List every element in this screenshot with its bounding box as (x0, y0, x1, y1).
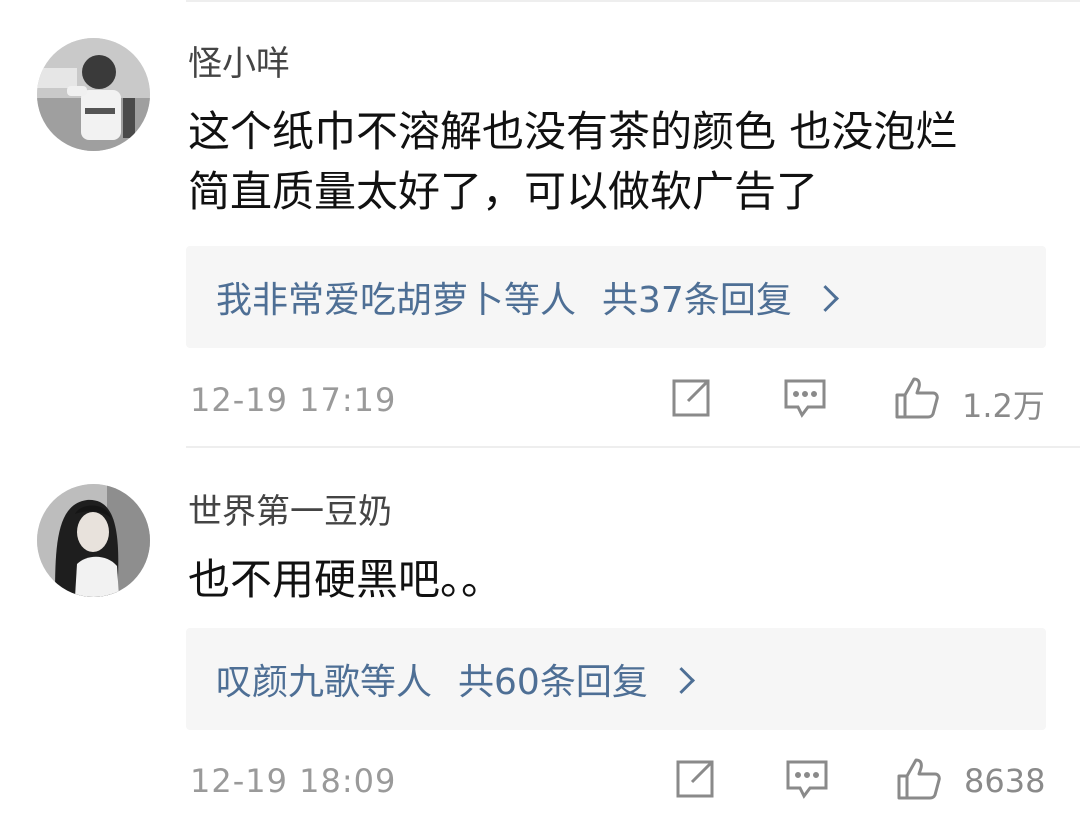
thumbs-up-icon[interactable] (894, 375, 940, 421)
share-icon[interactable] (668, 375, 714, 421)
like-count: 1.2万 (962, 387, 1045, 425)
avatar[interactable] (37, 484, 150, 597)
comment-text: 这个纸巾不溶解也没有茶的颜色 也没泡烂 简直质量太好了，可以做软广告了 (188, 102, 1048, 222)
share-icon[interactable] (672, 756, 718, 802)
comment-text-line: 简直质量太好了，可以做软广告了 (188, 167, 819, 216)
comment-divider (186, 446, 1080, 448)
reply-users: 我非常爱吃胡萝卜等人 (216, 280, 577, 321)
chevron-right-icon (667, 666, 695, 694)
comment-meta: 12-19 17:19 1.2万 (188, 375, 1045, 425)
top-divider (186, 0, 1080, 2)
comment-text: 也不用硬黑吧。。 (188, 550, 1048, 610)
reply-count: 共37条回复 (602, 280, 792, 321)
comment-text-line: 这个纸巾不溶解也没有茶的颜色 也没泡烂 (188, 107, 958, 156)
chevron-right-icon (811, 284, 839, 312)
timestamp: 12-19 17:19 (190, 381, 397, 419)
timestamp: 12-19 18:09 (190, 762, 397, 800)
reply-users: 叹颜九歌等人 (216, 662, 433, 703)
avatar[interactable] (37, 38, 150, 151)
comment-text-line: 也不用硬黑吧。。 (188, 555, 504, 604)
thumbs-up-icon[interactable] (896, 756, 942, 802)
reply-summary-button[interactable]: 叹颜九歌等人 共60条回复 (186, 628, 1046, 730)
username[interactable]: 怪小咩 (188, 44, 290, 84)
comment-icon[interactable] (784, 756, 830, 802)
reply-summary-button[interactable]: 我非常爱吃胡萝卜等人 共37条回复 (186, 246, 1046, 348)
username[interactable]: 世界第一豆奶 (188, 492, 392, 532)
like-count: 8638 (964, 762, 1046, 800)
comment-icon[interactable] (782, 375, 828, 421)
comment-meta: 12-19 18:09 8638 (188, 756, 1046, 806)
reply-count: 共60条回复 (458, 662, 648, 703)
